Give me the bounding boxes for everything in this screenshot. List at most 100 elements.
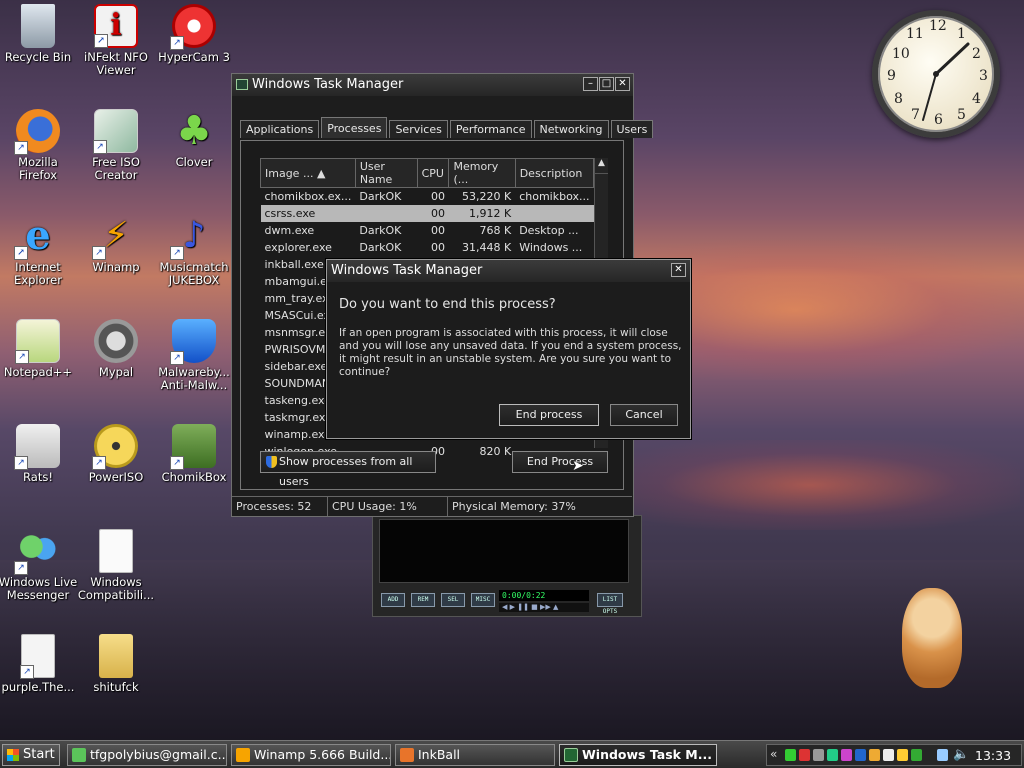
winamp-misc-button[interactable]: MISC bbox=[471, 593, 495, 607]
desktop-icon-label: purple.The... bbox=[1, 680, 75, 694]
winamp-transport-controls[interactable]: ◀ ▶ ❚❚ ■ ▶▶ ▲ bbox=[499, 603, 589, 612]
tray-icon[interactable] bbox=[799, 749, 810, 761]
shortcut-arrow-icon: ↗ bbox=[94, 34, 108, 48]
volume-icon[interactable]: 🔈 bbox=[953, 747, 969, 762]
desktop-icon-live-messenger[interactable]: ↗ Windows Live Messenger bbox=[0, 525, 78, 602]
table-row[interactable]: explorer.exe DarkOK 00 31,448 K Windows ... bbox=[261, 239, 594, 256]
desktop-icon-winamp[interactable]: ⚡ ↗ Winamp bbox=[76, 210, 156, 274]
status-physical-memory: Physical Memory: 37% bbox=[452, 500, 576, 513]
shortcut-arrow-icon: ↗ bbox=[170, 351, 184, 365]
shortcut-arrow-icon: ↗ bbox=[14, 141, 28, 155]
taskbar-item-inkball[interactable]: InkBall bbox=[395, 744, 555, 766]
tab-applications[interactable]: Applications bbox=[240, 120, 320, 138]
end-process-dialog[interactable]: Windows Task Manager ✕ Do you want to en… bbox=[326, 259, 691, 439]
desktop-icon-internet-explorer[interactable]: e ↗ Internet Explorer bbox=[0, 210, 78, 287]
winamp-playlist-area[interactable] bbox=[379, 519, 629, 583]
tray-clock[interactable]: 13:33 bbox=[975, 748, 1011, 763]
confirm-end-process-button[interactable]: End process bbox=[499, 404, 599, 426]
tab-performance[interactable]: Performance bbox=[449, 120, 532, 138]
maximize-button[interactable]: □ bbox=[599, 77, 614, 91]
column-header-user[interactable]: User Name bbox=[354, 158, 418, 188]
cell-cpu: 00 bbox=[417, 204, 449, 222]
tray-icon[interactable] bbox=[911, 749, 922, 761]
desktop-icon-hypercam[interactable]: ↗ HyperCam 3 bbox=[154, 0, 234, 64]
winamp-select-button[interactable]: SEL bbox=[441, 593, 465, 607]
window-title: Windows Task Manager bbox=[252, 77, 404, 92]
winamp-remove-button[interactable]: REM bbox=[411, 593, 435, 607]
desktop-icon-label: Free ISO Creator bbox=[92, 155, 140, 182]
desktop-icon-infekt[interactable]: i ↗ iNFekt NFO Viewer bbox=[76, 0, 156, 77]
dialog-question: Do you want to end this process? bbox=[339, 297, 556, 312]
tab-services[interactable]: Services bbox=[389, 120, 448, 138]
cancel-button[interactable]: Cancel bbox=[610, 404, 678, 426]
winamp-playlist-window[interactable]: ADD REM SEL MISC 0:00/0:22 ◀ ▶ ❚❚ ■ ▶▶ ▲… bbox=[372, 515, 642, 617]
start-label: Start bbox=[23, 747, 55, 762]
desktop-icon-clover[interactable]: ♣ Clover bbox=[154, 105, 234, 169]
show-all-processes-button[interactable]: Show processes from all users bbox=[260, 451, 436, 488]
tray-icon[interactable] bbox=[869, 749, 880, 761]
column-header-cpu[interactable]: CPU bbox=[416, 158, 450, 188]
firefox-icon: ↗ bbox=[14, 109, 60, 155]
desktop-icon-free-iso-creator[interactable]: ↗ Free ISO Creator bbox=[76, 105, 156, 182]
cell-image: chomikbox.ex... bbox=[264, 189, 352, 203]
minimize-button[interactable]: – bbox=[583, 77, 598, 91]
winamp-icon bbox=[236, 748, 250, 762]
table-row[interactable]: chomikbox.ex... DarkOK 00 53,220 K chomikbox… bbox=[261, 188, 594, 205]
table-row[interactable]: dwm.exe DarkOK 00 768 K Desktop ... bbox=[261, 222, 594, 239]
dialog-titlebar[interactable]: Windows Task Manager ✕ bbox=[327, 260, 690, 282]
tab-processes[interactable]: Processes bbox=[321, 117, 388, 138]
taskbar: Start tfgpolybius@gmail.c... Winamp 5.66… bbox=[0, 740, 1024, 768]
winamp-time-display: 0:00/0:22 bbox=[499, 590, 589, 601]
desktop-icon-notepadpp[interactable]: ↗ Notepad++ bbox=[0, 315, 78, 379]
desktop-icon-firefox[interactable]: ↗ Mozilla Firefox bbox=[0, 105, 78, 182]
desktop-icon-recycle-bin[interactable]: Recycle Bin bbox=[0, 0, 78, 64]
tray-icon[interactable] bbox=[785, 749, 796, 761]
tray-icon[interactable] bbox=[855, 749, 866, 761]
cell-user: DarkOK bbox=[359, 189, 402, 203]
hamster-pet[interactable] bbox=[902, 588, 962, 688]
scroll-up-arrow-icon[interactable]: ▲ bbox=[595, 158, 608, 174]
desktop-icon-shitufck-folder[interactable]: shitufck bbox=[76, 630, 156, 694]
start-button[interactable]: Start bbox=[2, 744, 60, 766]
tray-icon[interactable] bbox=[897, 749, 908, 761]
end-process-button[interactable]: End Process bbox=[512, 451, 608, 473]
desktop-icon-malwarebytes[interactable]: ↗ Malwareby... Anti-Malw... bbox=[154, 315, 234, 392]
tray-expand-icon[interactable]: « bbox=[770, 747, 777, 761]
tray-icon[interactable] bbox=[841, 749, 852, 761]
column-header-image[interactable]: Image ... ▲ bbox=[260, 158, 356, 188]
winamp-add-button[interactable]: ADD bbox=[381, 593, 405, 607]
mouse-cursor-icon: ➤ bbox=[572, 458, 584, 474]
desktop-icon-rats[interactable]: ↗ Rats! bbox=[0, 420, 78, 484]
desktop-icon-poweriso[interactable]: ↗ PowerISO bbox=[76, 420, 156, 484]
taskbar-item-winamp[interactable]: Winamp 5.666 Build... bbox=[231, 744, 391, 766]
close-button[interactable]: ✕ bbox=[615, 77, 630, 91]
column-header-description[interactable]: Description bbox=[514, 158, 595, 188]
desktop-icon-musicmatch[interactable]: ♪ ↗ Musicmatch JUKEBOX bbox=[154, 210, 234, 287]
taskbar-item-task-manager[interactable]: Windows Task M... bbox=[559, 744, 717, 766]
dialog-body-text: If an open program is associated with th… bbox=[339, 327, 682, 378]
clock-gadget[interactable]: 12 1 2 3 4 5 6 7 8 9 10 11 bbox=[872, 10, 1000, 138]
desktop-icon-label: Mozilla Firefox bbox=[18, 155, 58, 182]
desktop-icon-windows-compat[interactable]: Windows Compatibili... bbox=[76, 525, 156, 602]
tray-icon[interactable] bbox=[883, 749, 894, 761]
musicmatch-icon: ♪ ↗ bbox=[170, 214, 216, 260]
network-icon[interactable] bbox=[937, 749, 948, 761]
table-row[interactable]: csrss.exe 00 1,912 K bbox=[260, 204, 594, 222]
tab-networking[interactable]: Networking bbox=[533, 120, 609, 138]
taskbar-item-messenger[interactable]: tfgpolybius@gmail.c... bbox=[67, 744, 227, 766]
desktop-icon-purple-theme[interactable]: ↗ purple.The... bbox=[0, 630, 78, 694]
tray-icon[interactable] bbox=[827, 749, 838, 761]
messenger-icon bbox=[72, 748, 86, 762]
winamp-list-options-button[interactable]: LIST OPTS bbox=[597, 593, 623, 615]
column-header-memory[interactable]: Memory (... bbox=[448, 158, 516, 188]
dialog-close-button[interactable]: ✕ bbox=[671, 263, 686, 277]
cell-desc: Windows ... bbox=[519, 240, 583, 254]
cell-image: csrss.exe bbox=[260, 204, 356, 222]
tray-icon[interactable] bbox=[813, 749, 824, 761]
desktop-icon-mypal[interactable]: Mypal bbox=[76, 315, 156, 379]
task-manager-titlebar[interactable]: Windows Task Manager – □ ✕ bbox=[232, 74, 633, 96]
desktop-icon-chomikbox[interactable]: ↗ ChomikBox bbox=[154, 420, 234, 484]
desktop-icon-label: Recycle Bin bbox=[4, 50, 72, 64]
tab-users[interactable]: Users bbox=[610, 120, 654, 138]
tab-strip: Applications Processes Services Performa… bbox=[240, 117, 655, 138]
